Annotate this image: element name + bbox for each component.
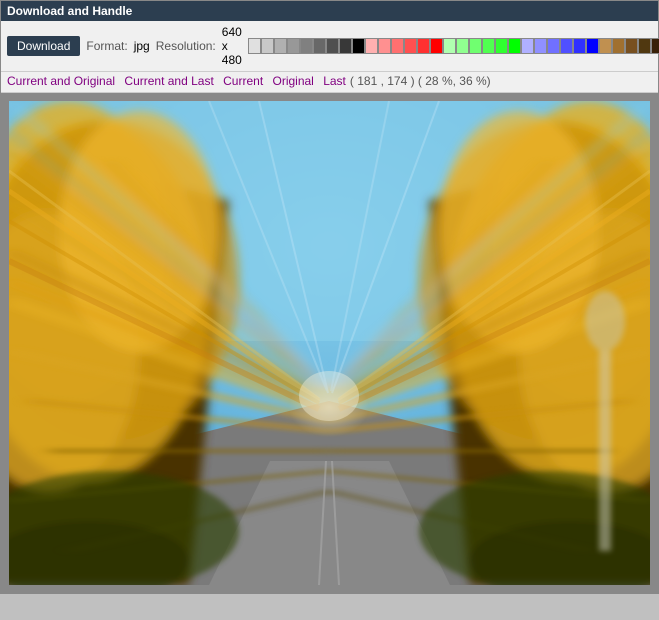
color-swatch[interactable] [482,38,495,54]
color-swatch[interactable] [651,38,659,54]
color-swatch[interactable] [274,38,287,54]
color-swatch[interactable] [378,38,391,54]
color-swatch[interactable] [443,38,456,54]
color-swatch[interactable] [404,38,417,54]
last-link[interactable]: Last [323,74,346,88]
window-title: Download and Handle [7,4,132,18]
resolution-value: 640 x 480 [222,25,242,67]
color-swatch[interactable] [326,38,339,54]
current-and-original-link[interactable]: Current and Original [7,74,115,88]
color-swatch[interactable] [248,38,261,54]
sep3 [266,74,269,88]
resolution-label: Resolution: [156,39,216,53]
color-swatch[interactable] [625,38,638,54]
color-swatch[interactable] [599,38,612,54]
color-swatch[interactable] [261,38,274,54]
current-link[interactable]: Current [223,74,263,88]
color-swatches [248,38,659,54]
color-swatch[interactable] [313,38,326,54]
sep2 [217,74,220,88]
color-swatch[interactable] [612,38,625,54]
color-swatch[interactable] [508,38,521,54]
current-and-last-link[interactable]: Current and Last [124,74,213,88]
color-swatch[interactable] [365,38,378,54]
links-row: Current and Original Current and Last Cu… [1,72,658,93]
color-swatch[interactable] [339,38,352,54]
coords-display: ( 181 , 174 ) ( 28 %, 36 %) [350,74,491,88]
color-swatch[interactable] [352,38,365,54]
app-window: Download and Handle Download Format: jpg… [0,0,659,594]
color-swatch[interactable] [300,38,313,54]
color-swatch[interactable] [534,38,547,54]
sep4 [317,74,320,88]
color-swatch[interactable] [469,38,482,54]
color-swatch[interactable] [456,38,469,54]
color-swatch[interactable] [430,38,443,54]
color-swatch[interactable] [586,38,599,54]
color-swatch[interactable] [560,38,573,54]
title-bar: Download and Handle [1,1,658,21]
toolbar: Download Format: jpg Resolution: 640 x 4… [1,21,658,72]
download-button[interactable]: Download [7,36,80,56]
format-value: jpg [134,39,150,53]
image-container [1,93,658,593]
color-swatch[interactable] [521,38,534,54]
main-image [9,101,650,585]
color-swatch[interactable] [638,38,651,54]
color-swatch[interactable] [495,38,508,54]
color-swatch[interactable] [287,38,300,54]
color-swatch[interactable] [391,38,404,54]
format-label: Format: [86,39,127,53]
color-swatch[interactable] [547,38,560,54]
color-swatch[interactable] [417,38,430,54]
sep1 [118,74,121,88]
color-swatch[interactable] [573,38,586,54]
image-svg [9,101,650,585]
original-link[interactable]: Original [273,74,314,88]
